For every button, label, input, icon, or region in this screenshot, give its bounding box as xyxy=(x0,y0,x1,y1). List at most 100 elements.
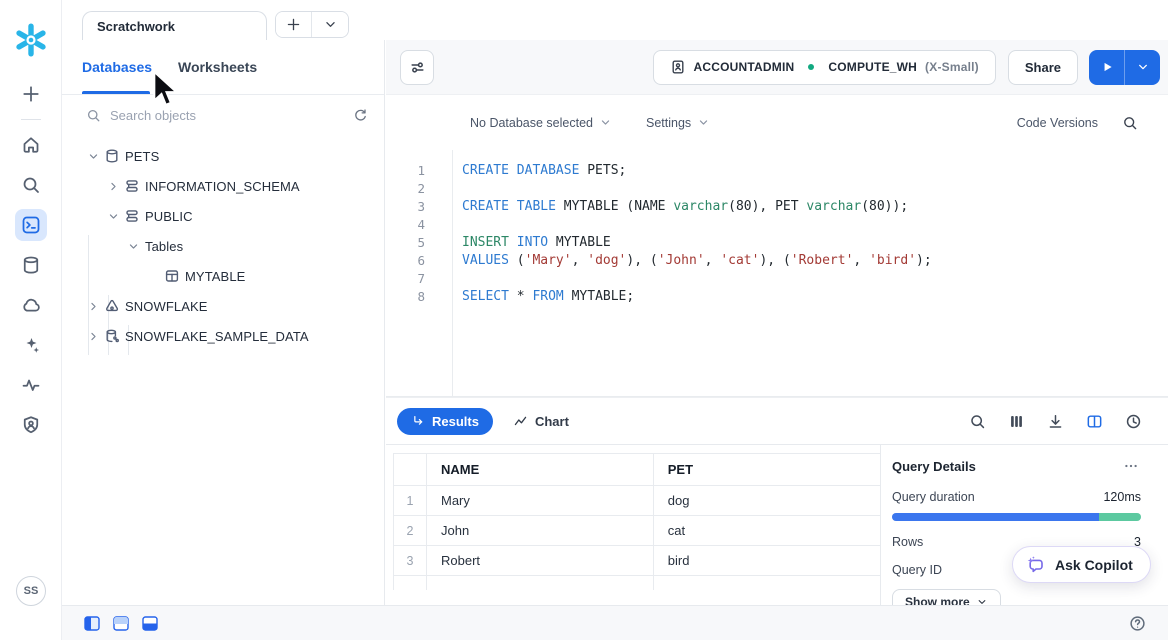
rail-data-icon[interactable] xyxy=(15,249,47,281)
user-avatar[interactable]: SS xyxy=(16,576,46,606)
row-number[interactable]: 3 xyxy=(394,546,427,576)
schema-icon xyxy=(123,207,141,225)
code-line-2[interactable]: 2 xyxy=(386,179,1168,197)
table-cell[interactable]: bird xyxy=(653,546,880,576)
rail-admin-icon[interactable] xyxy=(15,409,47,441)
code-line-8[interactable]: 8SELECT * FROM MYTABLE; xyxy=(386,287,1168,305)
code-line-7[interactable]: 7 xyxy=(386,269,1168,287)
chevron-down-icon xyxy=(697,116,710,129)
results-arrow-icon xyxy=(411,414,425,428)
row-number-header xyxy=(394,454,427,486)
results-columns-icon[interactable] xyxy=(1008,413,1025,430)
chevron-down-icon[interactable] xyxy=(125,238,141,254)
tab-list-button[interactable] xyxy=(312,12,348,37)
rail-cloud-icon[interactable] xyxy=(15,289,47,321)
code-line-1[interactable]: 1CREATE DATABASE PETS; xyxy=(386,161,1168,179)
chart-label: Chart xyxy=(535,414,569,429)
rail-search-icon[interactable] xyxy=(15,169,47,201)
chevron-right-icon[interactable] xyxy=(105,178,121,194)
duration-bar-elapsed xyxy=(892,513,1099,521)
table-icon xyxy=(163,267,181,285)
rail-activity-icon[interactable] xyxy=(15,369,47,401)
table-row: 2Johncat xyxy=(394,516,881,546)
rail-worksheets-icon[interactable] xyxy=(15,209,47,241)
results-history-icon[interactable] xyxy=(1125,413,1142,430)
context-selector[interactable]: ACCOUNTADMIN COMPUTE_WH (X-Small) xyxy=(653,50,996,85)
settings-menu[interactable]: Settings xyxy=(646,116,710,130)
tree-item-snowflake[interactable]: SNOWFLAKE xyxy=(62,291,384,321)
code-text: CREATE TABLE MYTABLE (NAME varchar(80), … xyxy=(462,199,908,214)
run-button[interactable] xyxy=(1089,50,1125,85)
row-number[interactable]: 2 xyxy=(394,516,427,546)
copilot-label: Ask Copilot xyxy=(1055,557,1133,573)
tab-results[interactable]: Results xyxy=(397,408,493,435)
ask-copilot-button[interactable]: Ask Copilot xyxy=(1012,546,1151,583)
left-nav-rail: SS xyxy=(0,0,62,640)
warehouse-size-label: (X-Small) xyxy=(925,60,979,74)
chevron-down-icon[interactable] xyxy=(105,208,121,224)
tab-controls xyxy=(275,11,349,38)
worksheet-tab[interactable]: Scratchwork xyxy=(82,11,267,40)
share-button[interactable]: Share xyxy=(1008,50,1078,85)
results-download-icon[interactable] xyxy=(1047,413,1064,430)
editor-search-button[interactable] xyxy=(1122,115,1138,131)
chevron-down-icon xyxy=(1136,60,1150,74)
run-options-button[interactable] xyxy=(1125,50,1160,85)
search-icon xyxy=(1122,115,1138,131)
worksheet-options-button[interactable] xyxy=(400,50,434,85)
tree-item-information_schema[interactable]: INFORMATION_SCHEMA xyxy=(62,171,384,201)
chevron-right-icon[interactable] xyxy=(85,328,101,344)
tab-databases[interactable]: Databases xyxy=(82,59,152,75)
line-number: 4 xyxy=(386,217,434,232)
new-tab-button[interactable] xyxy=(276,12,312,37)
chevron-right-icon[interactable] xyxy=(85,298,101,314)
code-line-5[interactable]: 5INSERT INTO MYTABLE xyxy=(386,233,1168,251)
plus-icon xyxy=(286,17,301,32)
row-number[interactable]: 1 xyxy=(394,486,427,516)
results-split-view-icon[interactable] xyxy=(1086,413,1103,430)
code-line-4[interactable]: 4 xyxy=(386,215,1168,233)
sql-editor[interactable]: 1CREATE DATABASE PETS;23CREATE TABLE MYT… xyxy=(386,150,1168,397)
layout-toggles xyxy=(84,616,171,631)
code-line-3[interactable]: 3CREATE TABLE MYTABLE (NAME varchar(80),… xyxy=(386,197,1168,215)
tree-item-snowflake_sample_data[interactable]: SNOWFLAKE_SAMPLE_DATA xyxy=(62,321,384,351)
tab-chart[interactable]: Chart xyxy=(513,414,569,429)
rail-ai-sparkles-icon[interactable] xyxy=(15,329,47,361)
show-more-button[interactable]: Show more xyxy=(892,589,1001,605)
table-cell[interactable]: dog xyxy=(653,486,880,516)
database-selector[interactable]: No Database selected xyxy=(470,116,612,130)
refresh-button[interactable] xyxy=(351,106,370,125)
worksheet-main: ACCOUNTADMIN COMPUTE_WH (X-Small) Share … xyxy=(386,40,1168,605)
chevron-down-icon[interactable] xyxy=(85,148,101,164)
help-button[interactable] xyxy=(1129,615,1146,632)
table-cell[interactable]: Robert xyxy=(427,546,654,576)
rail-plus-icon[interactable] xyxy=(15,78,47,110)
refresh-icon xyxy=(353,108,368,123)
table-cell[interactable]: cat xyxy=(653,516,880,546)
search-input[interactable] xyxy=(110,108,351,123)
tab-worksheets[interactable]: Worksheets xyxy=(178,59,257,75)
layout-bottom-icon[interactable] xyxy=(142,616,158,631)
snowflake-logo[interactable] xyxy=(13,22,49,58)
results-search-icon[interactable] xyxy=(969,413,986,430)
code-line-6[interactable]: 6VALUES ('Mary', 'dog'), ('John', 'cat')… xyxy=(386,251,1168,269)
play-icon xyxy=(1100,60,1114,74)
query-details-menu-button[interactable] xyxy=(1121,456,1141,476)
layout-top-icon[interactable] xyxy=(113,616,129,631)
database-icon xyxy=(103,147,121,165)
chevron-spacer xyxy=(145,268,161,284)
table-cell[interactable]: Mary xyxy=(427,486,654,516)
tree-item-pets[interactable]: PETS xyxy=(62,141,384,171)
code-versions-link[interactable]: Code Versions xyxy=(1017,116,1098,130)
tree-item-tables[interactable]: Tables xyxy=(62,231,384,261)
tree-item-mytable[interactable]: MYTABLE xyxy=(62,261,384,291)
code-text: SELECT * FROM MYTABLE; xyxy=(462,289,634,304)
table-cell[interactable]: John xyxy=(427,516,654,546)
tree-item-public[interactable]: PUBLIC xyxy=(62,201,384,231)
rail-home-icon[interactable] xyxy=(15,129,47,161)
code-text: CREATE DATABASE PETS; xyxy=(462,163,626,178)
column-header-name[interactable]: NAME xyxy=(427,454,654,486)
layout-left-icon[interactable] xyxy=(84,616,100,631)
tree-item-label: SNOWFLAKE_SAMPLE_DATA xyxy=(125,329,309,344)
column-header-pet[interactable]: PET xyxy=(653,454,880,486)
